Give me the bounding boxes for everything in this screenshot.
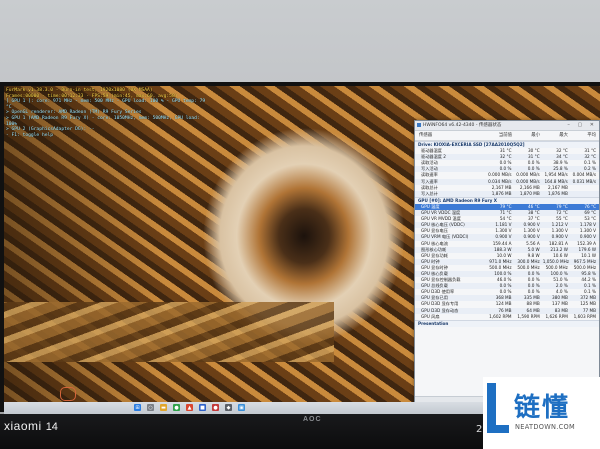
sensor-value: 1,590 RPM	[517, 313, 540, 319]
hwinfo-titlebar[interactable]: HWiNFO64 v6.42-4340 - 传感器状态 – ▢ ✕	[415, 121, 599, 131]
sensor-value: 1,876 MB	[491, 190, 512, 196]
search-icon[interactable]: ○	[147, 404, 154, 411]
osd-line: [ GPU 1 ]: core: 971 MHz - mem: 500 MHz …	[6, 99, 206, 110]
column-header[interactable]: 传感器	[415, 131, 487, 140]
sensor-value: 1,602 RPM	[489, 313, 512, 319]
taskbar-icons: ⊞ ○ ▬ ● ▲ ■ ● ◆ ▣	[134, 404, 245, 411]
app-icon[interactable]: ▣	[238, 404, 245, 411]
column-header[interactable]: 最大	[543, 131, 571, 140]
app-icon[interactable]: ■	[199, 404, 206, 411]
browser-icon[interactable]: ●	[173, 404, 180, 411]
site-watermark: 链懂 NEATDOWN.COM	[483, 377, 600, 449]
watermark-title: 链懂	[514, 393, 571, 423]
camera-model: 14	[45, 421, 58, 433]
sensor-value: 1,603 RPM	[573, 313, 597, 319]
start-icon[interactable]: ⊞	[134, 404, 141, 411]
app-icon[interactable]: ◆	[225, 404, 232, 411]
watermark-logo-icon	[487, 383, 509, 433]
sensor-value: 1,870 MB	[519, 190, 540, 196]
gamepad-icon	[60, 387, 76, 401]
osd-line: - F1: toggle help	[6, 132, 54, 138]
hwinfo-window[interactable]: HWiNFO64 v6.42-4340 - 传感器状态 – ▢ ✕ 传感器 当前…	[414, 120, 600, 402]
sensor-value	[571, 191, 599, 197]
furmark-osd: FurMark v1.38.3.0 - Burn-in test, 1920x1…	[6, 88, 206, 138]
sensor-name: GPU 风扇	[421, 313, 440, 319]
watermark-subtitle: NEATDOWN.COM	[515, 423, 576, 431]
hwinfo-title: HWiNFO64 v6.42-4340 - 传感器状态	[423, 123, 502, 128]
camera-watermark: xiaomi 14	[4, 417, 58, 435]
hwinfo-column-header: 传感器 当前值 最小 最大 平均	[415, 131, 599, 141]
taskbar-clock-partial: 2	[476, 424, 483, 435]
column-header[interactable]: 平均	[571, 131, 599, 140]
sensor-name: 写入总计	[421, 190, 438, 196]
folder-icon[interactable]: ▬	[160, 404, 167, 411]
sensor-group-header[interactable]: Presentation	[415, 319, 599, 327]
column-header[interactable]: 最小	[515, 131, 543, 140]
column-header[interactable]: 当前值	[487, 131, 515, 140]
sensor-group-header[interactable]: GPU [#0]: AMD Radeon R9 Fury X	[415, 196, 599, 204]
window-controls[interactable]: – ▢ ✕	[567, 121, 597, 130]
sensor-row[interactable]: 写入总计 1,876 MB 1,870 MB 1,876 MB	[415, 190, 599, 197]
osd-line: > GPU 1 (AMD Radeon R9 Fury X) - core: 1…	[6, 115, 200, 127]
hwinfo-sensor-list: Drive: KIOXIA-EXCERIA SSD [27AA2010Q5Q2]…	[415, 141, 599, 327]
sensor-value: 1,876 MB	[548, 190, 568, 196]
app-icon[interactable]: ▲	[186, 404, 193, 411]
app-icon[interactable]: ●	[212, 404, 219, 411]
hwinfo-app-icon	[417, 123, 421, 127]
monitor-brand-logo: AOC	[303, 416, 322, 423]
monitor-screen: FurMark v1.38.3.0 - Burn-in test, 1920x1…	[4, 86, 600, 402]
sensor-row[interactable]: GPU 风扇 1,602 RPM 1,590 RPM 1,626 RPM 1,603 R…	[415, 314, 599, 320]
sensor-group-header[interactable]: Drive: KIOXIA-EXCERIA SSD [27AA2010Q5Q2]	[415, 141, 599, 149]
sensor-value: 1,626 RPM	[545, 313, 568, 319]
camera-brand: xiaomi	[4, 419, 42, 433]
